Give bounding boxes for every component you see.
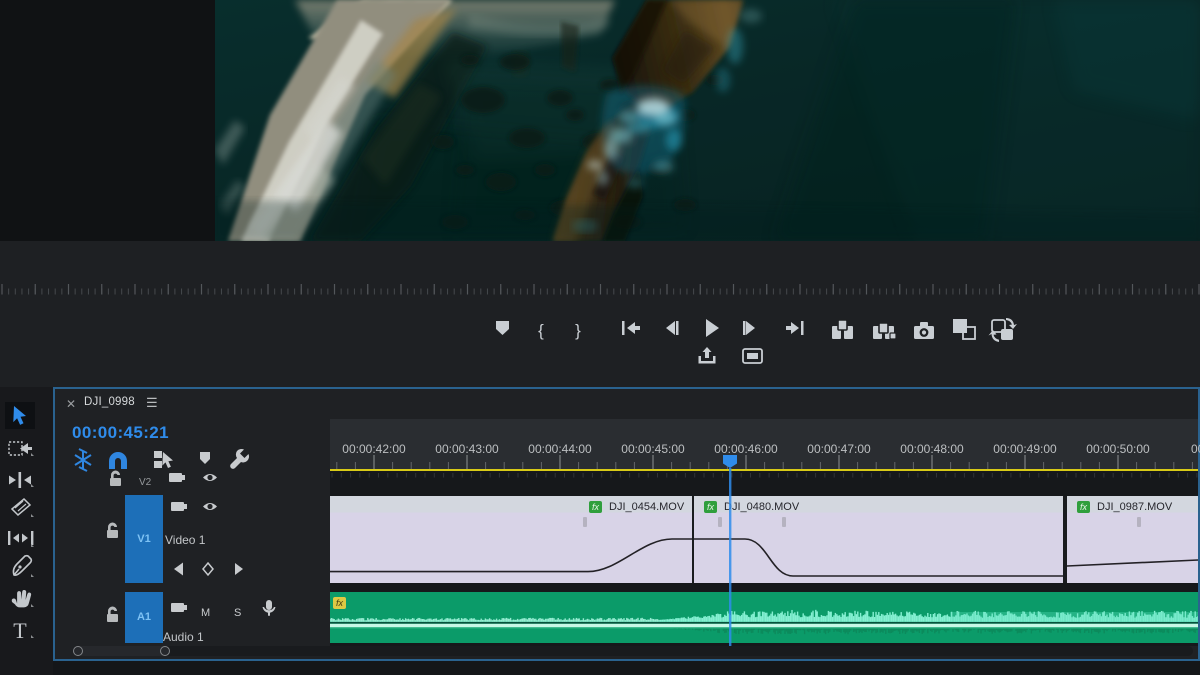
svg-text:{: { xyxy=(538,321,544,340)
svg-text:}: } xyxy=(575,321,581,340)
svg-text:T: T xyxy=(13,618,27,643)
